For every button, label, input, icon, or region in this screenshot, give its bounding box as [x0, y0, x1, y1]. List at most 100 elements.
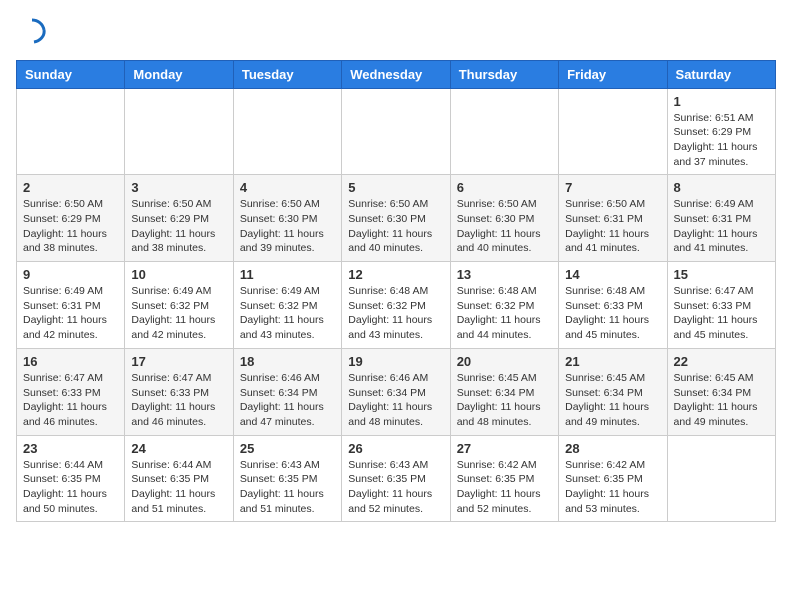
day-cell: 3 Sunrise: 6:50 AM Sunset: 6:29 PM Daylig…: [125, 175, 233, 262]
day-number: 6: [457, 180, 552, 195]
day-cell: 10 Sunrise: 6:49 AM Sunset: 6:32 PM Dayli…: [125, 262, 233, 349]
day-info: Sunrise: 6:49 AM Sunset: 6:32 PM Dayligh…: [240, 284, 335, 343]
day-cell: 24 Sunrise: 6:44 AM Sunset: 6:35 PM Dayli…: [125, 435, 233, 522]
day-info: Sunrise: 6:43 AM Sunset: 6:35 PM Dayligh…: [348, 458, 443, 517]
day-info: Sunrise: 6:50 AM Sunset: 6:29 PM Dayligh…: [23, 197, 118, 256]
day-cell: 4 Sunrise: 6:50 AM Sunset: 6:30 PM Daylig…: [233, 175, 341, 262]
col-header-friday: Friday: [559, 60, 667, 88]
day-info: Sunrise: 6:47 AM Sunset: 6:33 PM Dayligh…: [23, 371, 118, 430]
day-cell: 2 Sunrise: 6:50 AM Sunset: 6:29 PM Daylig…: [17, 175, 125, 262]
day-number: 21: [565, 354, 660, 369]
week-row-3: 9 Sunrise: 6:49 AM Sunset: 6:31 PM Daylig…: [17, 262, 776, 349]
col-header-monday: Monday: [125, 60, 233, 88]
day-info: Sunrise: 6:50 AM Sunset: 6:31 PM Dayligh…: [565, 197, 660, 256]
day-cell: [450, 88, 558, 175]
day-number: 16: [23, 354, 118, 369]
day-cell: 12 Sunrise: 6:48 AM Sunset: 6:32 PM Dayli…: [342, 262, 450, 349]
day-cell: [17, 88, 125, 175]
day-number: 24: [131, 441, 226, 456]
day-cell: 7 Sunrise: 6:50 AM Sunset: 6:31 PM Daylig…: [559, 175, 667, 262]
calendar-header-row: SundayMondayTuesdayWednesdayThursdayFrid…: [17, 60, 776, 88]
day-number: 9: [23, 267, 118, 282]
day-cell: [559, 88, 667, 175]
day-info: Sunrise: 6:45 AM Sunset: 6:34 PM Dayligh…: [565, 371, 660, 430]
day-cell: 20Sunrise: 6:45 AM Sunset: 6:34 PM Dayli…: [450, 348, 558, 435]
day-info: Sunrise: 6:42 AM Sunset: 6:35 PM Dayligh…: [565, 458, 660, 517]
day-info: Sunrise: 6:48 AM Sunset: 6:32 PM Dayligh…: [457, 284, 552, 343]
day-number: 4: [240, 180, 335, 195]
day-cell: 25 Sunrise: 6:43 AM Sunset: 6:35 PM Dayli…: [233, 435, 341, 522]
page-header: [16, 16, 776, 50]
day-info: Sunrise: 6:45 AM Sunset: 6:34 PM Dayligh…: [674, 371, 769, 430]
day-info: Sunrise: 6:44 AM Sunset: 6:35 PM Dayligh…: [131, 458, 226, 517]
day-cell: 27 Sunrise: 6:42 AM Sunset: 6:35 PM Dayli…: [450, 435, 558, 522]
day-cell: 23Sunrise: 6:44 AM Sunset: 6:35 PM Dayli…: [17, 435, 125, 522]
week-row-5: 23Sunrise: 6:44 AM Sunset: 6:35 PM Dayli…: [17, 435, 776, 522]
day-info: Sunrise: 6:48 AM Sunset: 6:32 PM Dayligh…: [348, 284, 443, 343]
day-number: 2: [23, 180, 118, 195]
day-info: Sunrise: 6:51 AM Sunset: 6:29 PM Dayligh…: [674, 111, 769, 170]
day-number: 14: [565, 267, 660, 282]
day-info: Sunrise: 6:43 AM Sunset: 6:35 PM Dayligh…: [240, 458, 335, 517]
day-cell: 15Sunrise: 6:47 AM Sunset: 6:33 PM Dayli…: [667, 262, 775, 349]
day-info: Sunrise: 6:50 AM Sunset: 6:29 PM Dayligh…: [131, 197, 226, 256]
day-number: 19: [348, 354, 443, 369]
day-cell: 14 Sunrise: 6:48 AM Sunset: 6:33 PM Dayli…: [559, 262, 667, 349]
day-cell: 5 Sunrise: 6:50 AM Sunset: 6:30 PM Daylig…: [342, 175, 450, 262]
day-number: 20: [457, 354, 552, 369]
day-cell: [342, 88, 450, 175]
day-info: Sunrise: 6:50 AM Sunset: 6:30 PM Dayligh…: [240, 197, 335, 256]
day-number: 28: [565, 441, 660, 456]
day-number: 18: [240, 354, 335, 369]
week-row-2: 2 Sunrise: 6:50 AM Sunset: 6:29 PM Daylig…: [17, 175, 776, 262]
day-info: Sunrise: 6:50 AM Sunset: 6:30 PM Dayligh…: [457, 197, 552, 256]
day-cell: 21 Sunrise: 6:45 AM Sunset: 6:34 PM Dayli…: [559, 348, 667, 435]
day-cell: 22 Sunrise: 6:45 AM Sunset: 6:34 PM Dayli…: [667, 348, 775, 435]
day-number: 8: [674, 180, 769, 195]
day-info: Sunrise: 6:49 AM Sunset: 6:32 PM Dayligh…: [131, 284, 226, 343]
day-number: 3: [131, 180, 226, 195]
day-info: Sunrise: 6:49 AM Sunset: 6:31 PM Dayligh…: [23, 284, 118, 343]
day-cell: 11Sunrise: 6:49 AM Sunset: 6:32 PM Dayli…: [233, 262, 341, 349]
day-number: 26: [348, 441, 443, 456]
calendar-table: SundayMondayTuesdayWednesdayThursdayFrid…: [16, 60, 776, 523]
day-number: 7: [565, 180, 660, 195]
logo-icon: [18, 16, 46, 44]
col-header-tuesday: Tuesday: [233, 60, 341, 88]
day-info: Sunrise: 6:46 AM Sunset: 6:34 PM Dayligh…: [240, 371, 335, 430]
day-cell: 6 Sunrise: 6:50 AM Sunset: 6:30 PM Daylig…: [450, 175, 558, 262]
day-number: 12: [348, 267, 443, 282]
day-number: 17: [131, 354, 226, 369]
day-cell: 9 Sunrise: 6:49 AM Sunset: 6:31 PM Daylig…: [17, 262, 125, 349]
day-number: 25: [240, 441, 335, 456]
day-info: Sunrise: 6:46 AM Sunset: 6:34 PM Dayligh…: [348, 371, 443, 430]
day-number: 5: [348, 180, 443, 195]
col-header-thursday: Thursday: [450, 60, 558, 88]
day-cell: [125, 88, 233, 175]
day-cell: 1 Sunrise: 6:51 AM Sunset: 6:29 PM Daylig…: [667, 88, 775, 175]
day-number: 22: [674, 354, 769, 369]
day-number: 27: [457, 441, 552, 456]
day-info: Sunrise: 6:48 AM Sunset: 6:33 PM Dayligh…: [565, 284, 660, 343]
day-cell: 8Sunrise: 6:49 AM Sunset: 6:31 PM Daylig…: [667, 175, 775, 262]
day-number: 10: [131, 267, 226, 282]
day-number: 13: [457, 267, 552, 282]
day-cell: 18 Sunrise: 6:46 AM Sunset: 6:34 PM Dayli…: [233, 348, 341, 435]
day-cell: 26 Sunrise: 6:43 AM Sunset: 6:35 PM Dayli…: [342, 435, 450, 522]
day-cell: 16 Sunrise: 6:47 AM Sunset: 6:33 PM Dayli…: [17, 348, 125, 435]
col-header-wednesday: Wednesday: [342, 60, 450, 88]
day-info: Sunrise: 6:47 AM Sunset: 6:33 PM Dayligh…: [674, 284, 769, 343]
day-info: Sunrise: 6:42 AM Sunset: 6:35 PM Dayligh…: [457, 458, 552, 517]
day-info: Sunrise: 6:47 AM Sunset: 6:33 PM Dayligh…: [131, 371, 226, 430]
col-header-saturday: Saturday: [667, 60, 775, 88]
day-info: Sunrise: 6:50 AM Sunset: 6:30 PM Dayligh…: [348, 197, 443, 256]
day-cell: 17 Sunrise: 6:47 AM Sunset: 6:33 PM Dayli…: [125, 348, 233, 435]
day-number: 1: [674, 94, 769, 109]
day-cell: 19 Sunrise: 6:46 AM Sunset: 6:34 PM Dayli…: [342, 348, 450, 435]
week-row-1: 1 Sunrise: 6:51 AM Sunset: 6:29 PM Daylig…: [17, 88, 776, 175]
day-cell: 13 Sunrise: 6:48 AM Sunset: 6:32 PM Dayli…: [450, 262, 558, 349]
col-header-sunday: Sunday: [17, 60, 125, 88]
day-cell: 28 Sunrise: 6:42 AM Sunset: 6:35 PM Dayli…: [559, 435, 667, 522]
logo: [16, 16, 46, 50]
week-row-4: 16 Sunrise: 6:47 AM Sunset: 6:33 PM Dayli…: [17, 348, 776, 435]
